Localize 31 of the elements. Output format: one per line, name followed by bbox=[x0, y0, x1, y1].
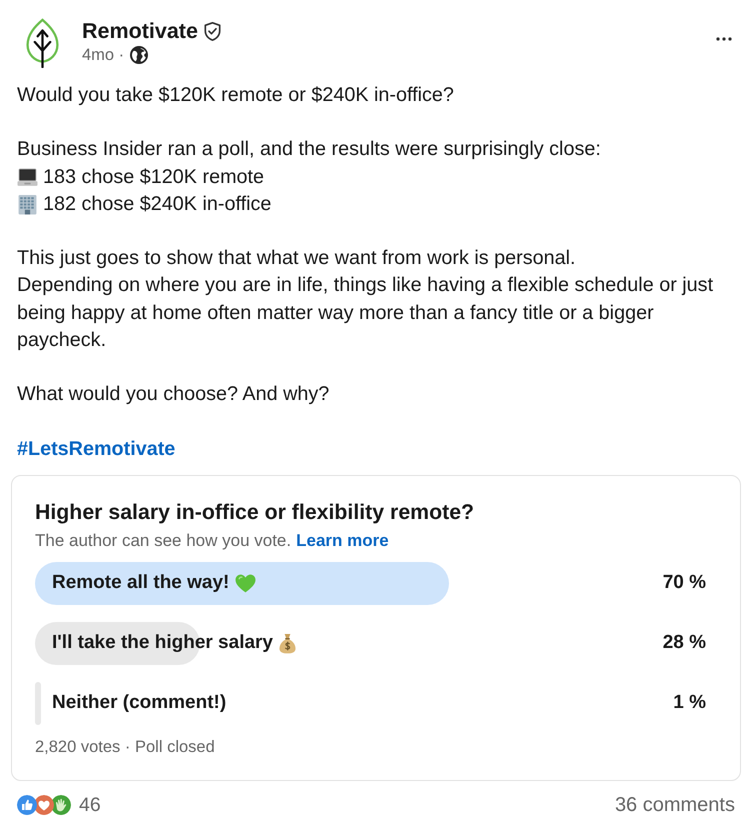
post-text: What would you choose? And why? bbox=[17, 382, 330, 408]
poll-option-label: Neither (comment!) bbox=[52, 691, 226, 716]
reaction-count[interactable]: 46 bbox=[79, 794, 101, 816]
hashtag-link[interactable]: #LetsRemotivate bbox=[17, 436, 176, 463]
post-text: Business Insider ran a poll, and the results were surprisingly close: bbox=[17, 137, 601, 162]
post-text: 183 chose $120K remote bbox=[43, 164, 264, 190]
money-bag-icon bbox=[279, 632, 296, 654]
poll-option-label: Remote all the way! bbox=[52, 571, 230, 596]
globe-icon bbox=[130, 46, 148, 64]
post-text: Would you take $120K remote or $240K in-office? bbox=[17, 83, 454, 108]
ellipsis-icon bbox=[716, 37, 732, 41]
comments-link[interactable]: 36 comments bbox=[614, 794, 735, 816]
leaf-logo-icon bbox=[25, 18, 60, 68]
poll-percentage: 70 % bbox=[662, 571, 706, 596]
post-text: Depending on where you are in life, things like having a flexible schedule or just being happy at home often matter way more than a fancy title or a bigger paycheck. bbox=[17, 273, 714, 353]
post-text: 182 chose $240K in-office bbox=[43, 192, 272, 217]
author-name[interactable]: Remotivate bbox=[82, 18, 198, 44]
thumbs-up-icon bbox=[17, 794, 37, 815]
poll-percentage: 28 % bbox=[662, 631, 706, 656]
poll-percentage: 1 % bbox=[672, 691, 706, 716]
learn-more-link[interactable]: Learn more bbox=[296, 530, 389, 552]
post-text: This just goes to show that what we want from work is personal. bbox=[17, 246, 576, 272]
heart-icon bbox=[235, 574, 256, 593]
laptop-icon bbox=[17, 168, 38, 187]
poll-option-label: I'll take the higher salary bbox=[52, 631, 273, 656]
raised-hand-icon bbox=[51, 794, 71, 815]
poll-summary: 2,820 votes · Poll closed bbox=[35, 736, 215, 757]
poll-question: Higher salary in-office or flexibility remote? bbox=[35, 498, 474, 525]
poll-note: The author can see how you vote. bbox=[35, 530, 292, 552]
office-building-icon bbox=[17, 194, 38, 215]
post-age: 4mo · bbox=[82, 45, 124, 65]
